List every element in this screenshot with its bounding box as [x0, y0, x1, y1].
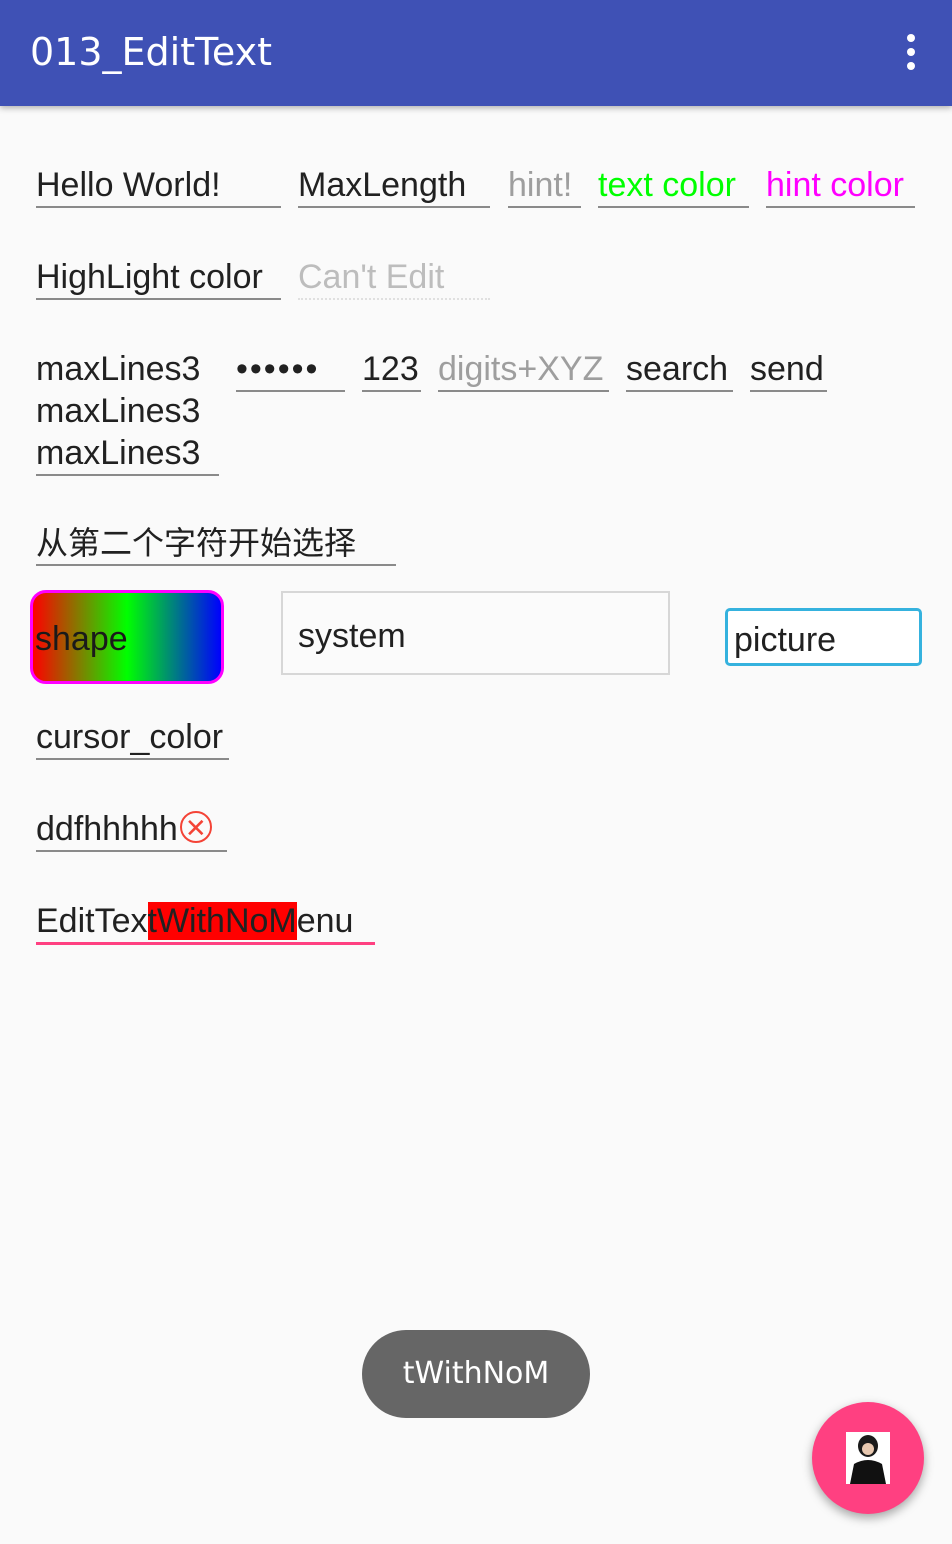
system-field[interactable]: system	[281, 591, 670, 675]
system-text: system	[298, 617, 406, 655]
app-title: 013_EditText	[30, 30, 272, 74]
app-bar: 013_EditText	[0, 0, 952, 106]
maxlines-field[interactable]: maxLines3 maxLines3 maxLines3	[36, 348, 219, 476]
clearable-text: ddfhhhhh	[36, 810, 178, 848]
digits-field[interactable]: digits+XYZ	[438, 348, 609, 392]
selected-text: tWithNoM	[147, 902, 297, 940]
number-field[interactable]: 123	[362, 348, 421, 392]
cursor-color-field[interactable]: cursor_color	[36, 716, 229, 760]
text-before-selection: EditTex	[36, 902, 148, 940]
text-after-selection: enu	[296, 902, 354, 940]
avatar-icon	[846, 1432, 890, 1484]
more-vert-icon[interactable]	[896, 32, 926, 72]
password-field[interactable]: ••••••	[236, 348, 345, 392]
shape-field[interactable]: shape	[30, 590, 224, 684]
edittext-no-menu-field[interactable]: EditTextWithNoMenu	[36, 900, 375, 945]
maxlength-field[interactable]: MaxLength	[298, 164, 490, 208]
clearable-field[interactable]: ddfhhhhh ✕	[36, 808, 227, 852]
cant-edit-field: Can't Edit	[298, 256, 490, 300]
hint-field[interactable]: hint!	[508, 164, 581, 208]
toast: tWithNoM	[362, 1330, 590, 1418]
text-color-field[interactable]: text color	[598, 164, 749, 208]
picture-field[interactable]: picture	[725, 608, 922, 666]
send-field[interactable]: send	[750, 348, 827, 392]
picture-text: picture	[734, 621, 837, 659]
hint-color-field[interactable]: hint color	[766, 164, 915, 208]
fab-button[interactable]	[812, 1402, 924, 1514]
shape-text: shape	[35, 620, 128, 658]
hello-world-field[interactable]: Hello World!	[36, 164, 281, 208]
clear-icon[interactable]: ✕	[179, 811, 212, 844]
highlight-color-field[interactable]: HighLight color	[36, 256, 281, 300]
search-field[interactable]: search	[626, 348, 733, 392]
select-from-second-field[interactable]: 从第二个字符开始选择	[36, 522, 396, 566]
